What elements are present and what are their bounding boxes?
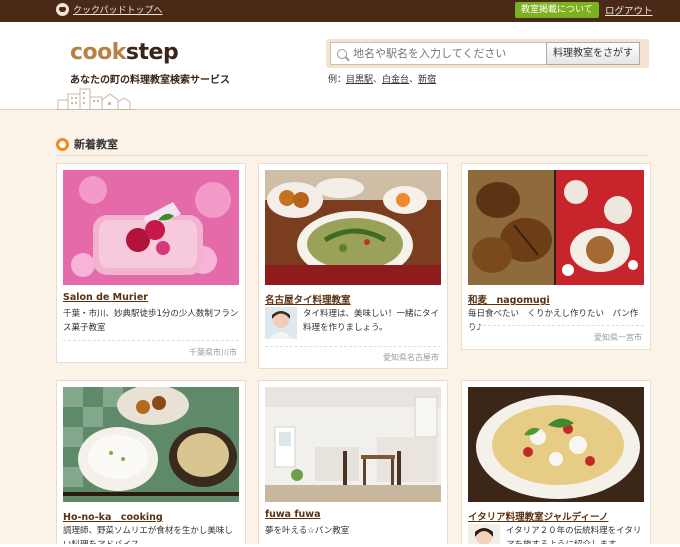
search-area: 料理教室をさがす <box>326 39 649 68</box>
cookpad-home-label: クックパッドトップへ <box>73 6 163 16</box>
class-description: 夢を叶える☆パン教室 <box>265 526 350 536</box>
site-tagline: あなたの町の料理教室検索サービス <box>70 75 230 86</box>
search-icon <box>337 48 347 59</box>
class-title[interactable]: Salon de Murier <box>63 292 148 303</box>
class-title[interactable]: Ho-no-ka cooking <box>63 509 163 523</box>
class-card[interactable]: fuwa fuwa 夢を叶える☆パン教室 <box>258 380 448 547</box>
class-description: タイ料理は、美味しい！一緒にタイ料理を作りましょう。 <box>303 309 440 333</box>
class-title[interactable]: 和麦 nagomugi <box>468 292 550 306</box>
top-bar: クックパッドトップへ 教室掲載について ログアウト <box>0 0 680 22</box>
class-photo-kitchen[interactable] <box>265 387 441 502</box>
search-field[interactable] <box>330 42 547 65</box>
logout-link[interactable]: ログアウト <box>605 3 653 17</box>
class-location: 愛知県名古屋市 <box>383 353 439 362</box>
class-photo-thai-curry[interactable] <box>265 170 441 285</box>
class-location: 千葉県市川市 <box>189 348 237 357</box>
cookpad-chef-icon <box>56 3 69 16</box>
class-photo-bread[interactable] <box>468 170 644 285</box>
section-divider <box>56 155 648 156</box>
class-location: 愛知県一宮市 <box>594 333 642 342</box>
class-card[interactable]: Ho-no-ka cooking 調理師、野菜ソムリエが食材を生かし美味しい料理… <box>56 380 246 547</box>
search-examples: 例：目黒駅、白金台、新宿 <box>328 72 436 85</box>
class-card[interactable]: Salon de Murier 千葉・市川、妙典駅徒歩1分の少人数制フランス菓子… <box>56 163 246 363</box>
examples-separator: 、 <box>409 75 419 85</box>
new-classes-heading: 新着教室 <box>56 136 118 152</box>
example-link-shirokanedai[interactable]: 白金台 <box>382 75 409 85</box>
example-link-shinjuku[interactable]: 新宿 <box>418 75 436 85</box>
class-title[interactable]: イタリア料理教室ジャルディーノ <box>468 509 608 523</box>
card-divider <box>265 346 441 347</box>
cookstep-logo[interactable]: cookstep <box>70 40 179 65</box>
circle-bullet-icon <box>56 137 69 151</box>
class-card[interactable]: 名古屋タイ料理教室 タイ料理は、美味しい！一緒にタイ料理を作りましょう。 愛知県… <box>258 163 448 369</box>
examples-prefix: 例： <box>328 75 347 85</box>
class-card[interactable]: 和麦 nagomugi 毎日食べたい くりかえし作りたい パン作り♪ 愛知県一宮… <box>461 163 651 350</box>
search-input[interactable] <box>353 47 543 60</box>
section-title: 新着教室 <box>74 138 118 151</box>
card-divider <box>468 325 644 326</box>
card-divider <box>63 340 239 341</box>
header: cookstep あなたの町の料理教室検索サービス 料理教室をさがす 例 <box>0 22 680 110</box>
instructor-avatar <box>265 307 297 339</box>
class-photo-japanese-meal[interactable] <box>63 387 239 502</box>
logo-part-cook: cook <box>70 40 126 65</box>
class-card[interactable]: イタリア料理教室ジャルディーノ イタリア２０年の伝統料理をイタリアを旅するように… <box>461 380 651 547</box>
example-link-meguro[interactable]: 目黒駅 <box>346 75 373 85</box>
examples-separator: 、 <box>373 75 383 85</box>
class-photo-pasta-salad[interactable] <box>468 387 644 502</box>
class-description: 毎日食べたい くりかえし作りたい パン作り♪ <box>468 309 639 333</box>
logo-part-step: step <box>125 40 179 65</box>
about-listing-button[interactable]: 教室掲載について <box>515 2 599 18</box>
town-illustration-icon <box>56 88 136 110</box>
class-description: 千葉・市川、妙典駅徒歩1分の少人数制フランス菓子教室 <box>63 309 239 333</box>
class-title[interactable]: 名古屋タイ料理教室 <box>265 292 351 306</box>
class-title[interactable]: fuwa fuwa <box>265 509 320 520</box>
cookpad-home-link[interactable]: クックパッドトップへ <box>56 3 163 16</box>
search-button[interactable]: 料理教室をさがす <box>546 42 640 65</box>
class-photo-pink-cake[interactable] <box>63 170 239 285</box>
